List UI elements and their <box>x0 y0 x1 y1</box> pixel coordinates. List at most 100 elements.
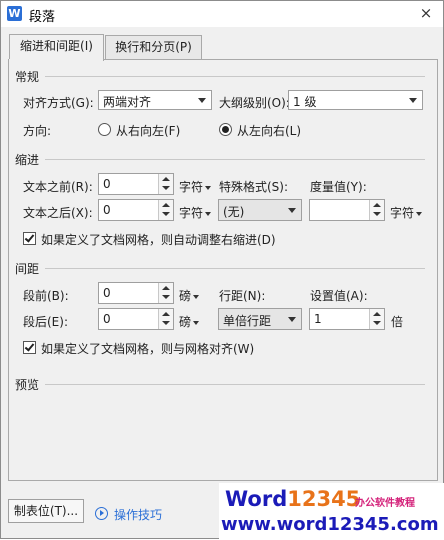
tab-indent-spacing-label: 缩进和间距(I) <box>20 39 93 53</box>
stepper-up-icon[interactable] <box>162 203 170 207</box>
spacing-grid-checkbox-label[interactable]: 如果定义了文档网格，则与网格对齐(W) <box>41 340 254 357</box>
measure-unit-text: 字符 <box>390 206 415 220</box>
unit-caret-icon <box>205 185 212 190</box>
unit-caret-icon <box>416 211 423 216</box>
title-bar: W 段落 × <box>1 1 443 27</box>
stepper-down-icon[interactable] <box>162 321 170 325</box>
checkmark-icon <box>24 232 35 243</box>
setting-value-label: 设置值(A): <box>310 289 368 303</box>
ltr-label[interactable]: 从左向右(L) <box>237 122 301 139</box>
space-before-input[interactable]: 0 <box>98 282 174 304</box>
chevron-down-icon <box>288 317 296 322</box>
stepper-down-icon[interactable] <box>162 186 170 190</box>
stepper-down-icon[interactable] <box>373 212 381 216</box>
unit-caret-icon <box>205 211 212 216</box>
measure-unit[interactable]: 字符 <box>390 204 423 221</box>
alignment-label: 对齐方式(G): <box>23 96 94 110</box>
indent-grid-checkbox[interactable] <box>23 232 36 245</box>
tab-join <box>9 59 102 61</box>
checkmark-icon <box>24 341 35 352</box>
chevron-down-icon <box>198 98 206 103</box>
unit-caret-icon <box>193 294 200 299</box>
stepper-buttons[interactable] <box>158 200 173 220</box>
section-preview-heading: 预览 <box>15 378 40 392</box>
indent-before-value: 0 <box>103 177 111 191</box>
unit-caret-icon <box>193 320 200 325</box>
special-format-select[interactable]: (无) <box>218 199 302 221</box>
tab-line-page-breaks-label: 换行和分页(P) <box>115 40 192 54</box>
wps-writer-icon: W <box>7 6 22 21</box>
tab-line-page-breaks[interactable]: 换行和分页(P) <box>105 35 202 60</box>
stepper-buttons[interactable] <box>158 174 173 194</box>
setting-value-input[interactable]: 1 <box>309 308 385 330</box>
spacing-grid-checkbox[interactable] <box>23 341 36 354</box>
indent-after-input[interactable]: 0 <box>98 199 174 221</box>
outline-level-value: 1 级 <box>293 95 317 109</box>
stepper-up-icon[interactable] <box>162 286 170 290</box>
stepper-down-icon[interactable] <box>162 212 170 216</box>
indent-before-unit-text: 字符 <box>179 180 204 194</box>
watermark-brand-number: 12345 <box>287 487 361 511</box>
space-after-unit[interactable]: 磅 <box>179 313 200 330</box>
section-indent-divider <box>45 159 425 160</box>
special-format-label: 特殊格式(S): <box>219 180 289 194</box>
outline-level-label: 大纲级别(O): <box>219 96 290 110</box>
stepper-buttons[interactable] <box>158 283 173 303</box>
special-format-value: (无) <box>223 205 245 219</box>
stepper-buttons[interactable] <box>158 309 173 329</box>
watermark-url: www.word12345.com <box>221 514 439 535</box>
stepper-up-icon[interactable] <box>373 312 381 316</box>
stepper-down-icon[interactable] <box>373 321 381 325</box>
direction-label: 方向: <box>23 124 52 138</box>
close-icon[interactable]: × <box>410 1 442 27</box>
rtl-label[interactable]: 从右向左(F) <box>116 122 180 139</box>
dialog-title: 段落 <box>29 10 56 25</box>
stepper-up-icon[interactable] <box>373 203 381 207</box>
setting-value: 1 <box>314 312 322 326</box>
outline-level-select[interactable]: 1 级 <box>288 90 423 110</box>
section-general-heading: 常规 <box>15 70 40 84</box>
watermark-subtitle: 办公软件教程 <box>355 498 415 509</box>
space-after-input[interactable]: 0 <box>98 308 174 330</box>
indent-after-unit-text: 字符 <box>179 206 204 220</box>
indent-before-unit[interactable]: 字符 <box>179 178 212 195</box>
section-indent-heading: 缩进 <box>15 153 40 167</box>
section-spacing-heading: 间距 <box>15 262 40 276</box>
play-circle-icon[interactable] <box>95 507 108 520</box>
stepper-buttons[interactable] <box>369 309 384 329</box>
radio-selected-dot <box>222 126 229 133</box>
space-before-unit[interactable]: 磅 <box>179 287 200 304</box>
line-spacing-select[interactable]: 单倍行距 <box>218 308 302 330</box>
alignment-value: 两端对齐 <box>103 95 152 109</box>
tabs-button[interactable]: 制表位(T)... <box>8 499 84 523</box>
space-before-unit-text: 磅 <box>179 289 192 303</box>
stepper-up-icon[interactable] <box>162 177 170 181</box>
indent-after-value: 0 <box>103 203 111 217</box>
ltr-radio[interactable] <box>219 123 232 136</box>
indent-before-label: 文本之前(R): <box>23 180 93 194</box>
space-after-label: 段后(E): <box>23 315 68 329</box>
space-before-label: 段前(B): <box>23 289 69 303</box>
space-before-value: 0 <box>103 286 111 300</box>
chevron-down-icon <box>409 98 417 103</box>
tab-indent-spacing[interactable]: 缩进和间距(I) <box>9 34 104 61</box>
stepper-down-icon[interactable] <box>162 295 170 299</box>
setting-value-unit: 倍 <box>391 315 404 329</box>
watermark-brand-word: Word <box>225 487 288 511</box>
indent-before-input[interactable]: 0 <box>98 173 174 195</box>
indent-after-unit[interactable]: 字符 <box>179 204 212 221</box>
rtl-radio[interactable] <box>98 123 111 136</box>
indent-after-label: 文本之后(X): <box>23 206 93 220</box>
line-spacing-value: 单倍行距 <box>223 314 272 328</box>
watermark: Word12345 办公软件教程 www.word12345.com <box>219 483 444 540</box>
line-spacing-label: 行距(N): <box>219 289 266 303</box>
indent-grid-checkbox-label[interactable]: 如果定义了文档网格，则自动调整右缩进(D) <box>41 231 276 248</box>
tips-link[interactable]: 操作技巧 <box>114 506 162 523</box>
space-after-value: 0 <box>103 312 111 326</box>
section-preview-divider <box>45 384 425 385</box>
chevron-down-icon <box>288 208 296 213</box>
stepper-up-icon[interactable] <box>162 312 170 316</box>
measure-input[interactable] <box>309 199 385 221</box>
stepper-buttons[interactable] <box>369 200 384 220</box>
alignment-select[interactable]: 两端对齐 <box>98 90 212 110</box>
